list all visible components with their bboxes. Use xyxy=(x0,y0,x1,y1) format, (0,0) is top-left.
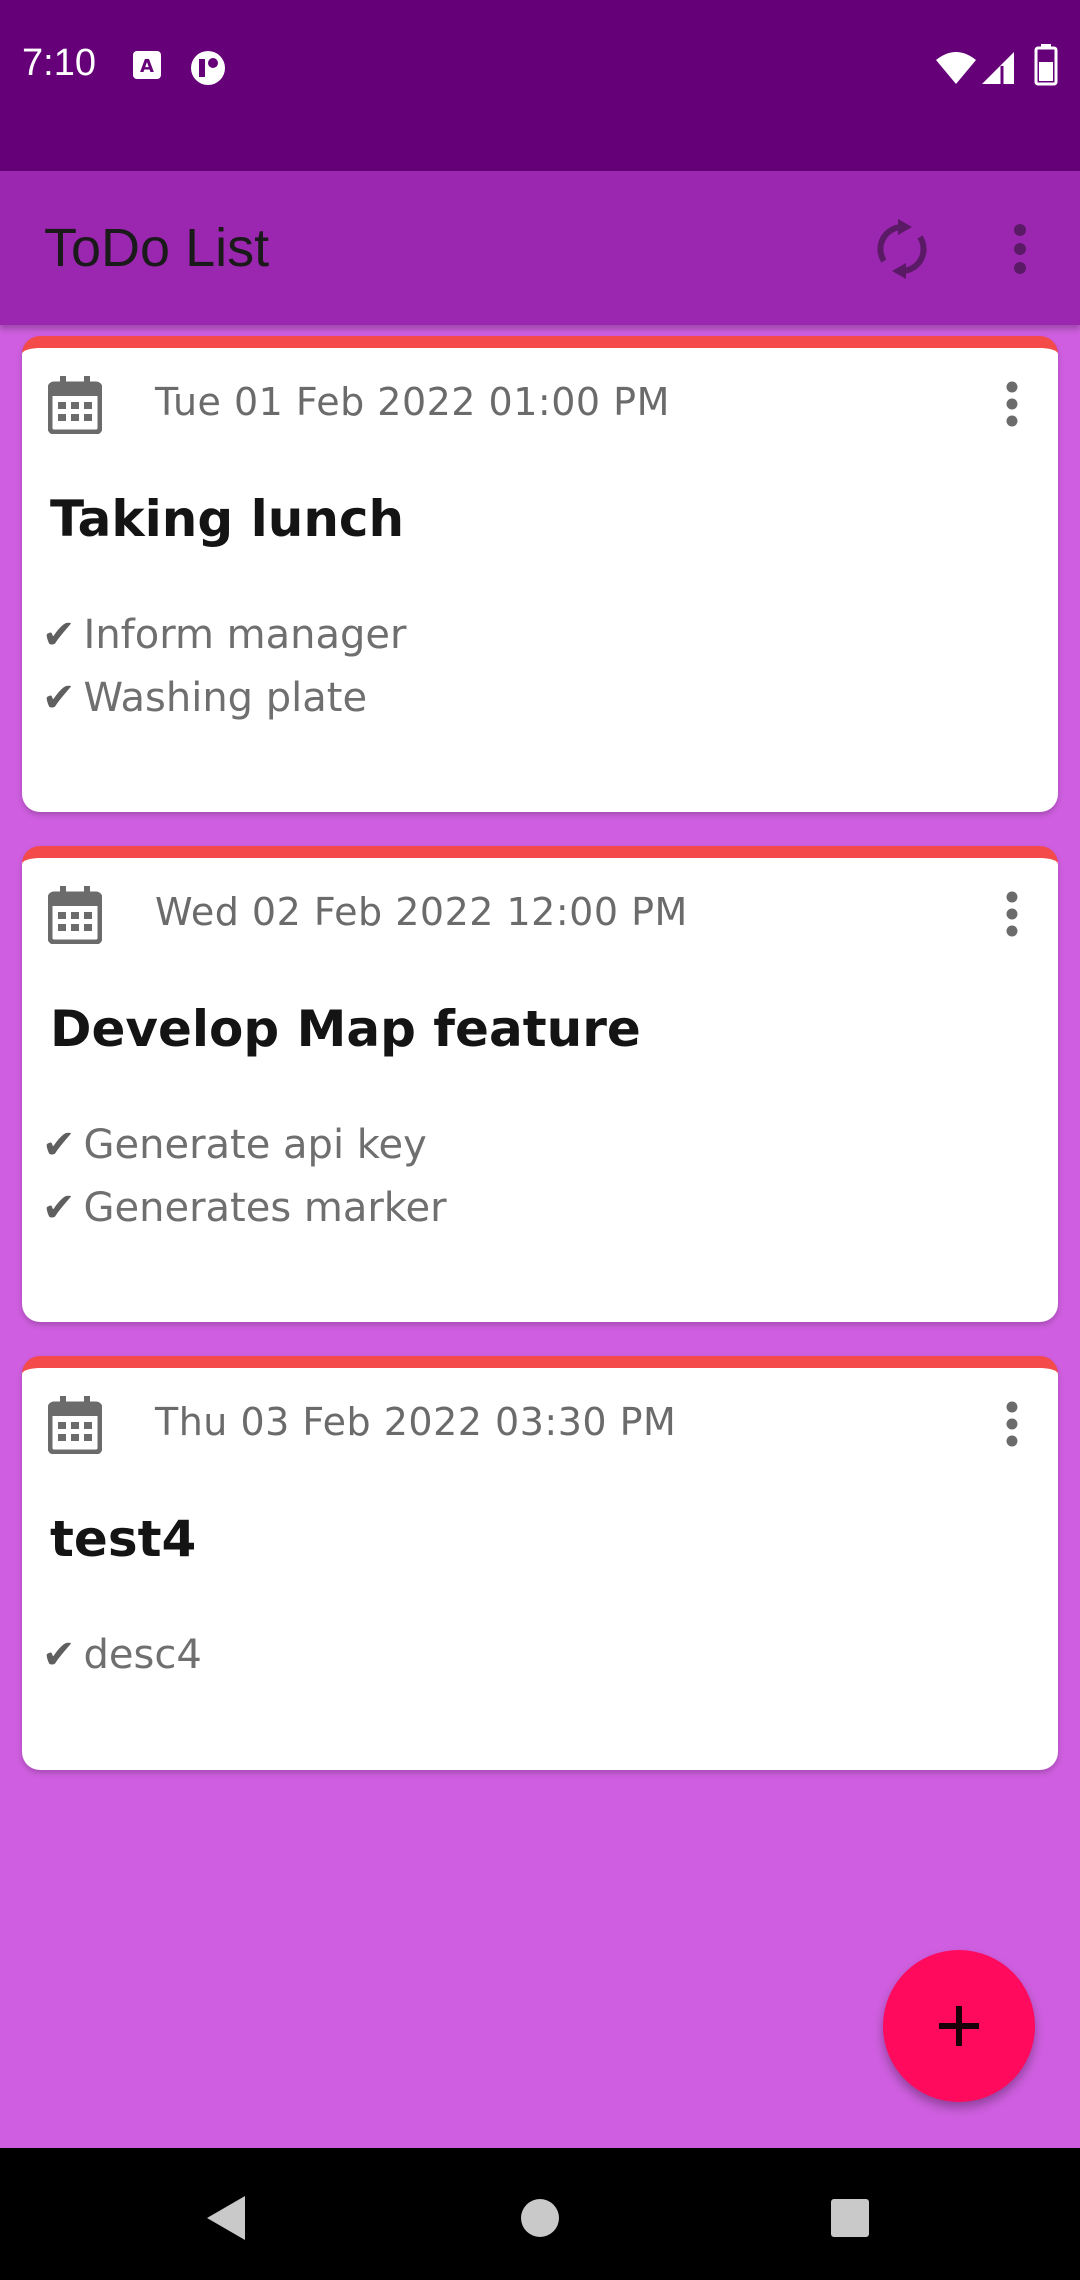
check-icon: ✔ xyxy=(42,1185,76,1231)
subtask-item: ✔ Generates marker xyxy=(42,1177,447,1240)
a-box-icon: A xyxy=(132,50,166,84)
check-icon: ✔ xyxy=(42,1122,76,1168)
subtask-item: ✔ Generate api key xyxy=(42,1114,447,1177)
status-time: 7:10 xyxy=(22,42,96,84)
subtask-label: Inform manager xyxy=(83,612,407,658)
subtask-item: ✔ Washing plate xyxy=(42,667,406,730)
todo-title: Taking lunch xyxy=(50,490,405,548)
app-badge-icon xyxy=(188,50,225,85)
todo-card[interactable]: Thu 03 Feb 2022 03:30 PM test4 ✔ desc4 xyxy=(22,1356,1058,1770)
subtask-label: Washing plate xyxy=(83,675,368,721)
todo-date: Wed 02 Feb 2022 12:00 PM xyxy=(155,890,688,934)
app-bar: ToDo List xyxy=(0,171,1080,325)
todo-card[interactable]: Wed 02 Feb 2022 12:00 PM Develop Map fea… xyxy=(22,846,1058,1322)
calendar-icon xyxy=(47,376,103,435)
sync-icon xyxy=(877,219,927,279)
card-more-button[interactable] xyxy=(992,374,1032,434)
more-vert-icon xyxy=(1014,224,1026,274)
svg-text:A: A xyxy=(140,56,154,77)
status-bar: 7:10 A xyxy=(0,0,1080,171)
check-icon: ✔ xyxy=(42,675,76,721)
todo-date: Tue 01 Feb 2022 01:00 PM xyxy=(155,380,670,424)
cellular-signal-icon xyxy=(980,50,1014,84)
more-vert-icon xyxy=(1006,891,1018,937)
back-icon xyxy=(207,2196,245,2240)
recents-icon xyxy=(831,2199,869,2237)
wifi-icon xyxy=(934,50,976,84)
more-options-button[interactable] xyxy=(980,209,1060,289)
todo-card[interactable]: Tue 01 Feb 2022 01:00 PM Taking lunch ✔ I… xyxy=(22,336,1058,812)
todo-date: Thu 03 Feb 2022 03:30 PM xyxy=(155,1400,677,1444)
subtask-label: Generate api key xyxy=(83,1122,427,1168)
more-vert-icon xyxy=(1006,1401,1018,1447)
todo-subtasks: ✔ Inform manager ✔ Washing plate xyxy=(42,604,406,730)
calendar-icon xyxy=(47,886,103,945)
subtask-item: ✔ Inform manager xyxy=(42,604,406,667)
app-title: ToDo List xyxy=(44,218,270,278)
battery-icon xyxy=(1034,44,1068,86)
check-icon: ✔ xyxy=(42,1632,76,1678)
recents-button[interactable] xyxy=(810,2178,890,2258)
sync-button[interactable] xyxy=(862,209,942,289)
subtask-item: ✔ desc4 xyxy=(42,1624,202,1687)
home-icon xyxy=(521,2199,559,2237)
calendar-icon xyxy=(47,1396,103,1455)
todo-title: Develop Map feature xyxy=(50,1000,641,1058)
more-vert-icon xyxy=(1006,381,1018,427)
check-icon: ✔ xyxy=(42,612,76,658)
system-nav-bar xyxy=(0,2148,1080,2280)
subtask-label: desc4 xyxy=(83,1632,202,1678)
card-more-button[interactable] xyxy=(992,884,1032,944)
todo-subtasks: ✔ desc4 xyxy=(42,1624,202,1687)
add-todo-button[interactable] xyxy=(883,1950,1035,2102)
todo-title: test4 xyxy=(50,1510,197,1568)
home-button[interactable] xyxy=(500,2178,580,2258)
subtask-label: Generates marker xyxy=(83,1185,447,1231)
card-more-button[interactable] xyxy=(992,1394,1032,1454)
todo-subtasks: ✔ Generate api key ✔ Generates marker xyxy=(42,1114,447,1240)
plus-icon xyxy=(939,2006,979,2046)
back-button[interactable] xyxy=(186,2178,266,2258)
